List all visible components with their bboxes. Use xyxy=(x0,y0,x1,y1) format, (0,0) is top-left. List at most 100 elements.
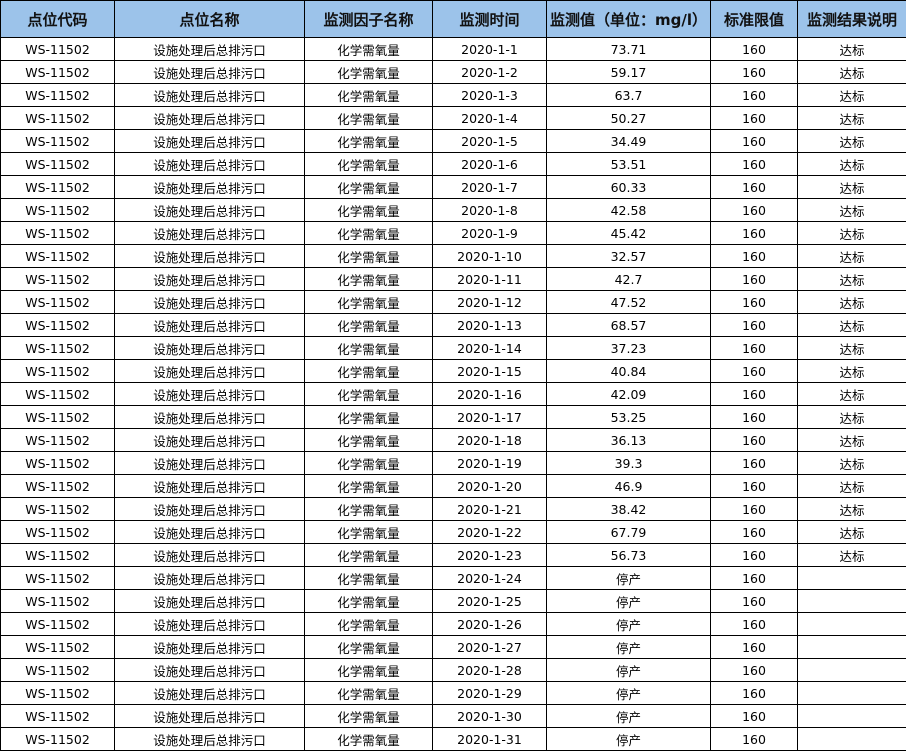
monitor-time-cell: 2020-1-9 xyxy=(432,221,547,245)
monitor-value-cell: 46.9 xyxy=(546,474,711,498)
table-row: WS-11502 设施处理后总排污口 化学需氧量 2020-1-3 63.7 160 达标 xyxy=(0,83,906,107)
header-result-note: 监测结果说明 xyxy=(797,0,906,38)
monitor-value-cell: 停产 xyxy=(546,566,711,590)
table-row: WS-11502 设施处理后总排污口 化学需氧量 2020-1-24 停产 160 xyxy=(0,566,906,590)
header-factor-name: 监测因子名称 xyxy=(304,0,433,38)
factor-name-cell: 化学需氧量 xyxy=(304,658,433,682)
monitor-time-cell: 2020-1-5 xyxy=(432,129,547,153)
factor-name-cell: 化学需氧量 xyxy=(304,221,433,245)
point-name-cell: 设施处理后总排污口 xyxy=(114,704,305,728)
table-row: WS-11502 设施处理后总排污口 化学需氧量 2020-1-14 37.23 160 达… xyxy=(0,336,906,360)
point-name-cell: 设施处理后总排污口 xyxy=(114,727,305,751)
monitor-value-cell: 37.23 xyxy=(546,336,711,360)
point-code-cell: WS-11502 xyxy=(0,267,115,291)
result-note-cell: 达标 xyxy=(797,267,906,291)
point-code-cell: WS-11502 xyxy=(0,359,115,383)
point-code-cell: WS-11502 xyxy=(0,244,115,268)
result-note-cell: 达标 xyxy=(797,336,906,360)
result-note-cell: 达标 xyxy=(797,221,906,245)
point-name-cell: 设施处理后总排污口 xyxy=(114,382,305,406)
result-note-cell: 达标 xyxy=(797,382,906,406)
standard-limit-cell: 160 xyxy=(710,589,798,613)
table-row: WS-11502 设施处理后总排污口 化学需氧量 2020-1-31 停产 160 xyxy=(0,727,906,751)
standard-limit-cell: 160 xyxy=(710,336,798,360)
standard-limit-cell: 160 xyxy=(710,681,798,705)
table-row: WS-11502 设施处理后总排污口 化学需氧量 2020-1-27 停产 160 xyxy=(0,635,906,659)
monitor-time-cell: 2020-1-20 xyxy=(432,474,547,498)
monitor-value-cell: 50.27 xyxy=(546,106,711,130)
table-row: WS-11502 设施处理后总排污口 化学需氧量 2020-1-22 67.79 160 达… xyxy=(0,520,906,544)
monitor-value-cell: 38.42 xyxy=(546,497,711,521)
standard-limit-cell: 160 xyxy=(710,267,798,291)
table-row: WS-11502 设施处理后总排污口 化学需氧量 2020-1-20 46.9 160 达标 xyxy=(0,474,906,498)
result-note-cell: 达标 xyxy=(797,543,906,567)
factor-name-cell: 化学需氧量 xyxy=(304,244,433,268)
monitor-time-cell: 2020-1-21 xyxy=(432,497,547,521)
monitor-time-cell: 2020-1-3 xyxy=(432,83,547,107)
result-note-cell: 达标 xyxy=(797,129,906,153)
point-code-cell: WS-11502 xyxy=(0,37,115,61)
monitor-time-cell: 2020-1-16 xyxy=(432,382,547,406)
standard-limit-cell: 160 xyxy=(710,474,798,498)
header-point-code: 点位代码 xyxy=(0,0,115,38)
factor-name-cell: 化学需氧量 xyxy=(304,313,433,337)
point-name-cell: 设施处理后总排污口 xyxy=(114,543,305,567)
result-note-cell: 达标 xyxy=(797,244,906,268)
table-row: WS-11502 设施处理后总排污口 化学需氧量 2020-1-25 停产 160 xyxy=(0,589,906,613)
standard-limit-cell: 160 xyxy=(710,382,798,406)
monitor-time-cell: 2020-1-18 xyxy=(432,428,547,452)
factor-name-cell: 化学需氧量 xyxy=(304,37,433,61)
table-row: WS-11502 设施处理后总排污口 化学需氧量 2020-1-16 42.09 160 达… xyxy=(0,382,906,406)
point-name-cell: 设施处理后总排污口 xyxy=(114,267,305,291)
monitor-value-cell: 停产 xyxy=(546,658,711,682)
result-note-cell: 达标 xyxy=(797,405,906,429)
factor-name-cell: 化学需氧量 xyxy=(304,129,433,153)
factor-name-cell: 化学需氧量 xyxy=(304,152,433,176)
table-row: WS-11502 设施处理后总排污口 化学需氧量 2020-1-4 50.27 160 达标 xyxy=(0,106,906,130)
monitor-value-cell: 停产 xyxy=(546,612,711,636)
point-code-cell: WS-11502 xyxy=(0,520,115,544)
point-name-cell: 设施处理后总排污口 xyxy=(114,612,305,636)
standard-limit-cell: 160 xyxy=(710,704,798,728)
monitor-time-cell: 2020-1-15 xyxy=(432,359,547,383)
result-note-cell: 达标 xyxy=(797,428,906,452)
factor-name-cell: 化学需氧量 xyxy=(304,198,433,222)
standard-limit-cell: 160 xyxy=(710,428,798,452)
point-code-cell: WS-11502 xyxy=(0,382,115,406)
monitor-time-cell: 2020-1-31 xyxy=(432,727,547,751)
point-code-cell: WS-11502 xyxy=(0,313,115,337)
monitor-time-cell: 2020-1-30 xyxy=(432,704,547,728)
point-code-cell: WS-11502 xyxy=(0,635,115,659)
point-code-cell: WS-11502 xyxy=(0,543,115,567)
monitor-value-cell: 59.17 xyxy=(546,60,711,84)
standard-limit-cell: 160 xyxy=(710,83,798,107)
point-name-cell: 设施处理后总排污口 xyxy=(114,428,305,452)
monitor-time-cell: 2020-1-4 xyxy=(432,106,547,130)
point-code-cell: WS-11502 xyxy=(0,152,115,176)
factor-name-cell: 化学需氧量 xyxy=(304,566,433,590)
factor-name-cell: 化学需氧量 xyxy=(304,175,433,199)
table-row: WS-11502 设施处理后总排污口 化学需氧量 2020-1-13 68.57 160 达… xyxy=(0,313,906,337)
point-code-cell: WS-11502 xyxy=(0,221,115,245)
point-code-cell: WS-11502 xyxy=(0,290,115,314)
point-code-cell: WS-11502 xyxy=(0,681,115,705)
point-code-cell: WS-11502 xyxy=(0,129,115,153)
table-row: WS-11502 设施处理后总排污口 化学需氧量 2020-1-8 42.58 160 达标 xyxy=(0,198,906,222)
point-code-cell: WS-11502 xyxy=(0,83,115,107)
standard-limit-cell: 160 xyxy=(710,566,798,590)
standard-limit-cell: 160 xyxy=(710,290,798,314)
standard-limit-cell: 160 xyxy=(710,635,798,659)
monitor-time-cell: 2020-1-17 xyxy=(432,405,547,429)
point-name-cell: 设施处理后总排污口 xyxy=(114,83,305,107)
point-name-cell: 设施处理后总排污口 xyxy=(114,175,305,199)
monitor-value-cell: 36.13 xyxy=(546,428,711,452)
point-code-cell: WS-11502 xyxy=(0,497,115,521)
result-note-cell: 达标 xyxy=(797,152,906,176)
factor-name-cell: 化学需氧量 xyxy=(304,267,433,291)
monitor-value-cell: 63.7 xyxy=(546,83,711,107)
monitor-value-cell: 34.49 xyxy=(546,129,711,153)
monitor-time-cell: 2020-1-7 xyxy=(432,175,547,199)
table-row: WS-11502 设施处理后总排污口 化学需氧量 2020-1-10 32.57 160 达… xyxy=(0,244,906,268)
point-name-cell: 设施处理后总排污口 xyxy=(114,474,305,498)
point-name-cell: 设施处理后总排污口 xyxy=(114,589,305,613)
